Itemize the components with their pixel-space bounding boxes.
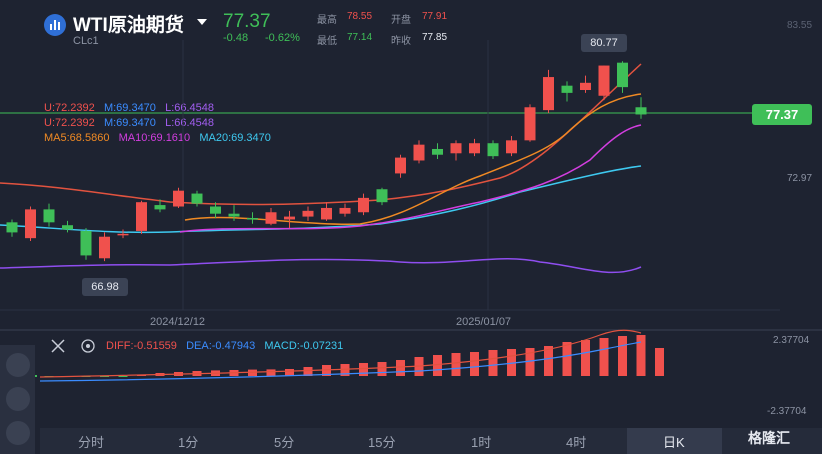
macd-bar <box>599 338 609 376</box>
macd-bar <box>618 336 627 376</box>
candle-body <box>247 218 258 220</box>
candle-body <box>339 207 351 214</box>
tab-5min[interactable]: 5分 <box>274 432 294 451</box>
tab-1hour[interactable]: 1时 <box>471 432 491 451</box>
macd-bar <box>377 362 387 376</box>
macd-bar <box>285 369 294 376</box>
tab-15min[interactable]: 15分 <box>368 432 395 451</box>
candle-body <box>617 62 628 88</box>
diff-value: DIFF:-0.51559 <box>106 340 177 352</box>
boll-lower-line <box>0 258 642 274</box>
high-marker: 80.77 <box>581 34 627 52</box>
candle-body <box>191 193 203 204</box>
candle-body <box>524 107 536 141</box>
close-icon[interactable] <box>51 339 65 353</box>
candle-body <box>173 190 184 207</box>
candle-body <box>302 210 314 217</box>
low-marker: 66.98 <box>82 278 128 296</box>
macd-bar <box>636 335 646 376</box>
candle-body <box>99 236 110 259</box>
tool-sidebar <box>0 345 35 454</box>
candle-body <box>228 213 240 217</box>
macd-bar <box>266 369 276 376</box>
candle-body <box>358 197 369 213</box>
candle-body <box>154 205 166 210</box>
candle-body <box>321 207 332 220</box>
tab-4hour[interactable]: 4时 <box>566 432 586 451</box>
candle-body <box>284 216 295 220</box>
macd-value: MACD:-0.07231 <box>264 340 344 352</box>
ma20-line <box>0 165 642 234</box>
candle-body <box>598 65 610 96</box>
candle-body <box>80 230 92 256</box>
candle-body <box>635 107 647 115</box>
candle-body <box>376 189 388 203</box>
candle-body <box>210 206 221 214</box>
chart-svg[interactable] <box>0 0 822 454</box>
candle-body <box>561 85 573 93</box>
brand-watermark: 格隆汇 <box>748 430 790 446</box>
macd-bar <box>488 350 498 376</box>
tab-1min[interactable]: 1分 <box>178 432 198 451</box>
tab-timeshare[interactable]: 分时 <box>78 432 104 451</box>
candle-body <box>117 233 129 236</box>
candle-body <box>25 209 36 239</box>
settings-icon-dot <box>86 344 90 348</box>
macd-readout: DIFF:-0.51559 DEA:-0.47943 MACD:-0.07231 <box>106 340 343 352</box>
candle-body <box>6 222 18 233</box>
candle-body <box>450 143 462 154</box>
indicator-icon[interactable] <box>6 421 30 445</box>
macd-bar <box>655 348 664 376</box>
macd-bar <box>470 352 479 376</box>
candle-body <box>395 157 406 174</box>
candle-body <box>136 202 147 231</box>
macd-bar <box>118 376 128 377</box>
candle-body <box>469 143 480 154</box>
macd-bar <box>396 360 405 376</box>
ma10-line <box>179 124 642 233</box>
candle-body <box>62 225 73 230</box>
candle-body <box>432 148 443 155</box>
candle-body <box>43 209 55 223</box>
macd-bar <box>581 340 590 376</box>
candle-body <box>487 143 499 157</box>
tab-daily[interactable]: 日K <box>663 432 685 451</box>
candle-body <box>506 140 517 154</box>
macd-bar <box>359 363 368 376</box>
pencil-icon[interactable] <box>6 387 30 411</box>
dea-value: DEA:-0.47943 <box>186 340 256 352</box>
candle-body <box>413 144 425 161</box>
candle-tool-icon[interactable] <box>6 353 30 377</box>
candle-body <box>265 212 277 224</box>
macd-bar <box>451 353 461 376</box>
macd-bar <box>562 342 572 376</box>
macd-bar <box>433 355 442 376</box>
last-price-tag: 77.37 <box>752 104 812 125</box>
candle-body <box>543 77 554 111</box>
candle-body <box>580 82 591 91</box>
